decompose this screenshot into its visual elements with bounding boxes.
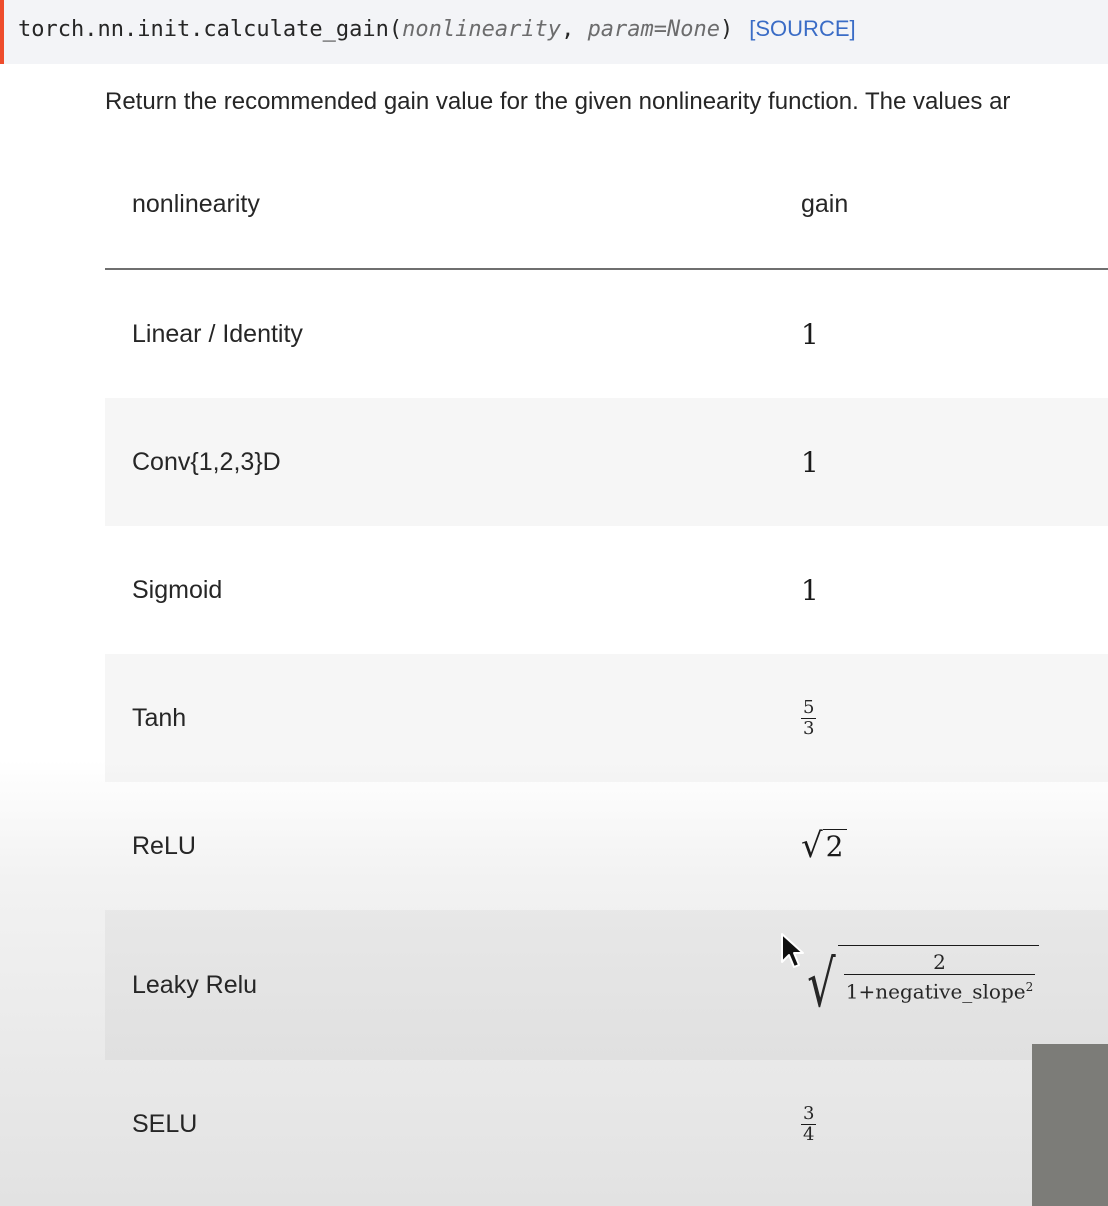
sqrt-radicand: 2 1+negative_slope2 <box>837 944 1040 1004</box>
denominator-text: 1+negative_slope <box>845 979 1026 1004</box>
table-row: Leaky Relu √ 2 1+negative_slope2 <box>105 910 1108 1060</box>
fraction-denominator: 1+negative_slope2 <box>843 973 1036 1004</box>
row-name: Linear / Identity <box>132 319 303 348</box>
row-gain: 1 <box>801 573 819 607</box>
gain-sqrt: √ 2 <box>801 825 847 866</box>
row-gain: 1 <box>801 317 819 351</box>
sqrt-radicand: 2 <box>822 828 847 863</box>
table-row: SELU 34 <box>105 1060 1108 1188</box>
fraction-denominator: 4 <box>801 1123 817 1145</box>
table-header-row: nonlinearity gain <box>105 140 1108 270</box>
function-signature: torch.nn.init.calculate_gain(nonlinearit… <box>18 16 856 42</box>
video-overlay-panel <box>1032 1044 1108 1206</box>
signature-prefix: torch.nn.init.calculate_gain( <box>18 17 403 42</box>
row-gain: √ 2 <box>775 782 1108 910</box>
fraction-numerator: 2 <box>933 949 946 974</box>
table-row: Sigmoid 1 <box>105 526 1108 654</box>
radical-sign: √ <box>801 825 823 866</box>
mouse-pointer-icon <box>781 933 804 968</box>
gain-table: nonlinearity gain Linear / Identity 1 Co… <box>105 140 1108 1188</box>
param-nonlinearity: nonlinearity <box>402 17 562 42</box>
header-nonlinearity: nonlinearity <box>105 140 775 270</box>
fraction-denominator: 3 <box>801 717 817 739</box>
gain-leaky-relu-formula: √ 2 1+negative_slope2 <box>801 944 1040 1022</box>
row-gain: 53 <box>775 654 1108 782</box>
gain-fraction: 53 <box>801 696 817 739</box>
description-text: Return the recommended gain value for th… <box>105 88 1011 115</box>
signature-bar: torch.nn.init.calculate_gain(nonlinearit… <box>0 0 1108 64</box>
denominator-exponent: 2 <box>1025 979 1034 994</box>
row-name: Sigmoid <box>132 575 223 604</box>
radical-sign: √ <box>807 948 836 1022</box>
signature-separator: , <box>561 17 588 42</box>
row-gain: √ 2 1+negative_slope2 <box>775 910 1108 1060</box>
row-name: Tanh <box>105 654 775 782</box>
row-name: Conv{1,2,3}D <box>105 398 775 526</box>
row-name: Leaky Relu <box>105 910 775 1060</box>
fraction-numerator: 3 <box>803 1102 815 1124</box>
source-link[interactable]: [SOURCE] <box>749 16 855 41</box>
gain-fraction: 2 1+negative_slope2 <box>843 949 1036 1004</box>
table-row: Tanh 53 <box>105 654 1108 782</box>
row-name: SELU <box>132 1109 198 1138</box>
row-gain: 1 <box>775 398 1108 526</box>
table-row: ReLU √ 2 <box>105 782 1108 910</box>
header-gain: gain <box>775 140 1108 270</box>
fraction-numerator: 5 <box>803 696 815 718</box>
param-param: param=None <box>587 17 721 42</box>
gain-fraction: 34 <box>801 1102 817 1145</box>
signature-suffix: ) <box>720 17 734 42</box>
row-name: ReLU <box>132 831 196 860</box>
table-row: Conv{1,2,3}D 1 <box>105 398 1108 526</box>
table-row: Linear / Identity 1 <box>105 269 1108 398</box>
